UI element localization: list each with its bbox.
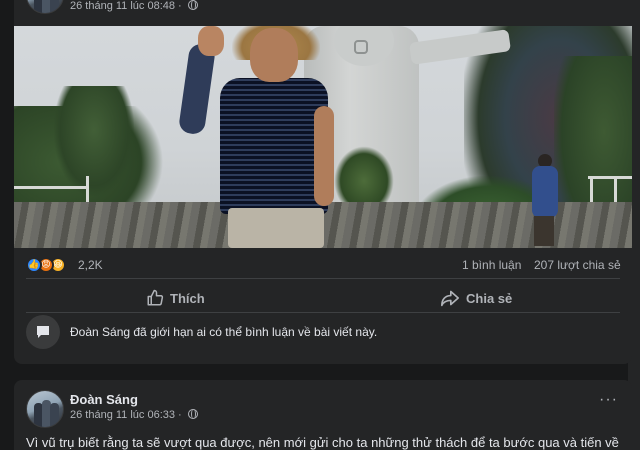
globe-icon [187,408,198,419]
like-icon: 👍 [26,257,42,273]
divider [26,278,620,279]
post-photo[interactable] [14,26,632,248]
post-stats: 👍 😡 😆 2,2K 1 bình luận 207 lượt chia sẻ [14,254,632,276]
author-name[interactable]: Đoàn Sáng [70,392,138,407]
share-count[interactable]: 207 lượt chia sẻ [534,258,621,272]
share-label: Chia sẻ [466,290,513,306]
post-card: 26 tháng 11 lúc 08:48 · 👍 😡 😆 2,2K 1 bìn… [14,0,632,364]
like-button[interactable]: Thích [146,284,205,312]
comment-count[interactable]: 1 bình luận [462,258,521,272]
avatar[interactable] [26,0,64,14]
comment-restriction-notice: Đoàn Sáng đã giới hạn ai có thể bình luậ… [26,315,620,355]
post-card: Đoàn Sáng 26 tháng 11 lúc 06:33 · ··· Vì… [14,380,632,450]
timestamp-text[interactable]: 26 tháng 11 lúc 08:48 · [70,0,182,12]
share-button[interactable]: Chia sẻ [440,284,512,312]
post-timestamp[interactable]: 26 tháng 11 lúc 06:33 · [70,408,198,421]
restriction-text: Đoàn Sáng đã giới hạn ai có thể bình luậ… [70,325,378,339]
like-label: Thích [170,290,205,306]
share-arrow-icon [441,290,459,307]
more-options-button[interactable]: ··· [599,392,618,408]
post-text: Vì vũ trụ biết rằng ta sẽ vượt qua được,… [26,435,619,450]
divider [26,312,620,313]
avatar[interactable] [26,390,64,428]
speech-bubble-icon [26,315,60,349]
timestamp-text[interactable]: 26 tháng 11 lúc 06:33 · [70,409,182,421]
thumbs-up-icon [147,289,164,306]
globe-icon [187,0,198,10]
post-actions: Thích Chia sẻ [14,284,632,312]
reaction-count[interactable]: 2,2K [78,258,103,272]
post-timestamp[interactable]: 26 tháng 11 lúc 08:48 · [70,0,198,12]
